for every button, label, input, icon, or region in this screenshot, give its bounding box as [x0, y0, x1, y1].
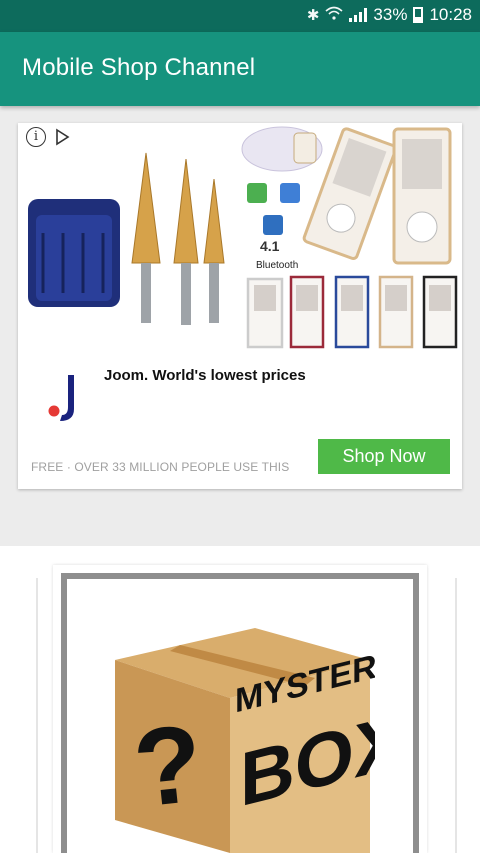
info-icon[interactable]: i: [26, 127, 46, 147]
mystery-box-image[interactable]: ? MYSTERY BOX: [105, 620, 375, 853]
status-bar: ✱ 33% 10:28: [0, 0, 480, 32]
status-icons: ✱ 33% 10:28: [307, 5, 472, 25]
wifi-icon: [325, 6, 343, 24]
ad-image-version: 4.1: [260, 238, 280, 254]
adchoices-play-icon[interactable]: [52, 127, 72, 147]
shop-now-button[interactable]: Shop Now: [318, 439, 450, 474]
app-bar: Mobile Shop Channel: [0, 32, 480, 106]
feed-divider-left: [36, 578, 38, 853]
battery-icon: [413, 7, 424, 23]
battery-percent: 33%: [373, 5, 408, 24]
feed-divider-right: [455, 578, 457, 853]
clock: 10:28: [429, 5, 472, 24]
bluetooth-icon: ✱: [306, 7, 320, 24]
signal-icon: [349, 8, 368, 22]
question-mark-text: ?: [128, 701, 208, 830]
joom-logo: [48, 375, 74, 421]
ad-headline[interactable]: Joom. World's lowest prices: [104, 367, 306, 384]
ad-choices[interactable]: i: [26, 127, 72, 147]
ad-card[interactable]: 4.1 Bluetooth i Joom. World's lowest pri…: [18, 123, 462, 489]
ad-product-image[interactable]: 4.1 Bluetooth: [18, 123, 462, 351]
app-title: Mobile Shop Channel: [22, 54, 256, 81]
ad-image-bluetooth: Bluetooth: [256, 260, 298, 271]
ad-footer-text: FREE · OVER 33 MILLION PEOPLE USE THIS: [31, 460, 290, 474]
